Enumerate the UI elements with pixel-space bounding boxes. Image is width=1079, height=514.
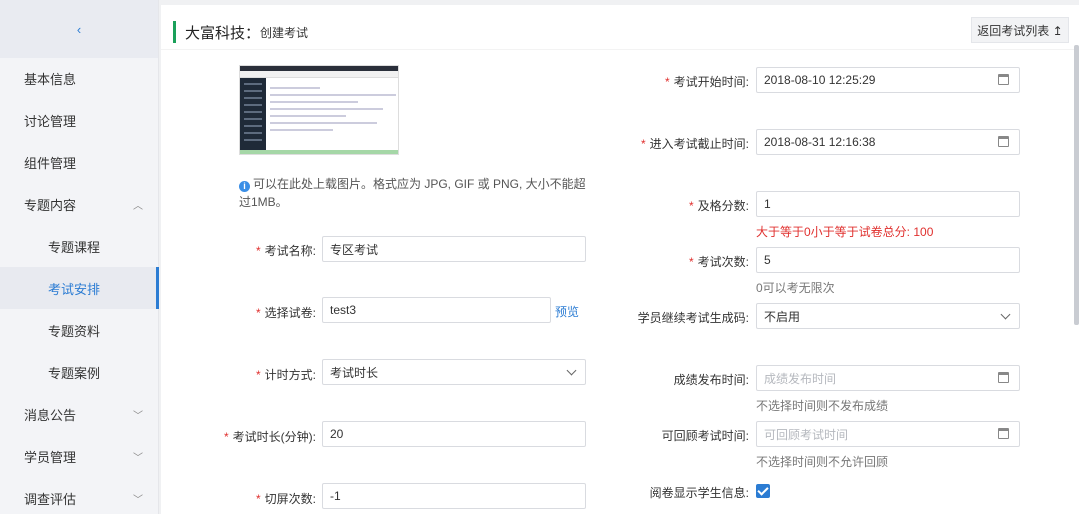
review-time-note: 不选择时间则不允许回顾 (756, 455, 889, 469)
switch-count-input[interactable]: -1 (322, 483, 586, 509)
sidebar-item-label: 基本信息 (24, 71, 77, 87)
review-time-label: 可回顾考试时间: (661, 429, 749, 443)
upload-hint: i 可以在此处上载图片。格式应为 JPG, GIF 或 PNG, 大小不能超过1M… (239, 175, 589, 211)
thumbnail-addressbar (240, 71, 398, 78)
timing-select[interactable]: 考试时长 (322, 359, 586, 385)
calendar-icon (998, 372, 1009, 383)
sidebar-collapse-button[interactable]: ‹ (0, 0, 158, 58)
start-time-input[interactable]: 2018-08-10 12:25:29 (756, 67, 1020, 93)
cover-image-thumbnail[interactable] (239, 65, 399, 155)
continue-code-label: 学员继续考试生成码: (637, 311, 749, 325)
attempts-note: 0可以考无限次 (756, 281, 835, 295)
publish-time-label: 成绩发布时间: (673, 373, 749, 387)
duration-input[interactable]: 20 (322, 421, 586, 447)
sidebar-item-label: 调查评估 (24, 491, 77, 507)
paper-input[interactable]: test3 (322, 297, 551, 323)
calendar-icon (998, 74, 1009, 85)
switch-count-label: * 切屏次数: (255, 492, 316, 506)
back-to-exam-list-button[interactable]: 返回考试列表 ↥ (971, 17, 1069, 43)
show-student-checkbox[interactable] (756, 484, 770, 498)
divider (161, 49, 1079, 50)
chevron-down-icon (1000, 309, 1011, 320)
sidebar-item-label: 专题内容 (24, 197, 77, 213)
page-title-company: 大富科技： (185, 24, 261, 42)
main-panel: 大富科技： 创建考试 返回考试列表 ↥ i 可以在此处上载图片。格式应为 JPG,… (161, 5, 1079, 514)
chevron-down-icon (566, 365, 577, 376)
scrollbar[interactable] (1074, 45, 1079, 325)
thumbnail-content (270, 82, 396, 148)
pass-score-input[interactable]: 1 (756, 191, 1020, 217)
pass-score-label: * 及格分数: (688, 199, 749, 213)
sidebar: ‹ 基本信息 讨论管理 组件管理 专题内容 ︿ 专题课程 考试安排 专题资料 专题… (0, 0, 159, 514)
sidebar-item-students[interactable]: 学员管理 ﹀ (0, 435, 159, 477)
attempts-label: * 考试次数: (688, 255, 749, 269)
end-time-label: * 进入考试截止时间: (640, 137, 749, 151)
sidebar-item-topic-content[interactable]: 专题内容 ︿ (0, 183, 159, 225)
attempts-input[interactable]: 5 (756, 247, 1020, 273)
review-time-input[interactable]: 可回顾考试时间 (756, 421, 1020, 447)
sidebar-item-topic-cases[interactable]: 专题案例 (0, 351, 159, 393)
sidebar-item-discussion[interactable]: 讨论管理 (0, 99, 159, 141)
preview-link[interactable]: 预览 (555, 303, 579, 320)
sidebar-item-survey[interactable]: 调查评估 ﹀ (0, 477, 159, 514)
exam-name-input[interactable]: 专区考试 (322, 236, 586, 262)
sidebar-item-label: 学员管理 (24, 449, 77, 465)
sidebar-item-label: 讨论管理 (24, 113, 77, 129)
start-time-label: * 考试开始时间: (664, 75, 749, 89)
continue-code-select[interactable]: 不启用 (756, 303, 1020, 329)
chevron-up-icon: ︿ (133, 200, 143, 212)
duration-label: * 考试时长(分钟): (224, 430, 316, 444)
thumbnail-sidebar (240, 78, 266, 152)
sidebar-item-label: 专题资料 (48, 323, 101, 339)
sidebar-item-topic-courses[interactable]: 专题课程 (0, 225, 159, 267)
chevron-down-icon: ﹀ (133, 410, 143, 422)
sidebar-item-announcements[interactable]: 消息公告 ﹀ (0, 393, 159, 435)
calendar-icon (998, 428, 1009, 439)
sidebar-item-basic-info[interactable]: 基本信息 (0, 57, 159, 99)
timing-label: * 计时方式: (255, 368, 316, 382)
sidebar-item-topic-materials[interactable]: 专题资料 (0, 309, 159, 351)
info-icon: i (239, 181, 250, 192)
paper-label: * 选择试卷: (255, 306, 316, 320)
sidebar-item-label: 考试安排 (48, 281, 101, 297)
sidebar-item-components[interactable]: 组件管理 (0, 141, 159, 183)
chevron-down-icon: ﹀ (133, 494, 143, 506)
show-student-label: 阅卷显示学生信息: (649, 486, 749, 500)
sidebar-item-label: 专题课程 (48, 239, 101, 255)
chevron-down-icon: ﹀ (133, 452, 143, 464)
page-title: 大富科技： 创建考试 (173, 21, 308, 43)
pass-score-note: 大于等于0小于等于试卷总分: 100 (756, 225, 934, 239)
sidebar-item-label: 专题案例 (48, 365, 101, 381)
sidebar-item-label: 消息公告 (24, 407, 77, 423)
publish-time-input[interactable]: 成绩发布时间 (756, 365, 1020, 391)
sidebar-item-label: 组件管理 (24, 155, 77, 171)
exam-name-label: * 考试名称: (255, 244, 316, 258)
publish-time-note: 不选择时间则不发布成绩 (756, 399, 889, 413)
chevron-left-icon: ‹ (76, 21, 82, 37)
sidebar-item-exam-schedule[interactable]: 考试安排 (0, 267, 159, 309)
page-title-action: 创建考试 (260, 25, 309, 40)
calendar-icon (998, 136, 1009, 147)
thumbnail-footer (240, 150, 398, 154)
end-time-input[interactable]: 2018-08-31 12:16:38 (756, 129, 1020, 155)
upload-hint-text: 可以在此处上载图片。格式应为 JPG, GIF 或 PNG, 大小不能超过1MB… (239, 177, 586, 209)
